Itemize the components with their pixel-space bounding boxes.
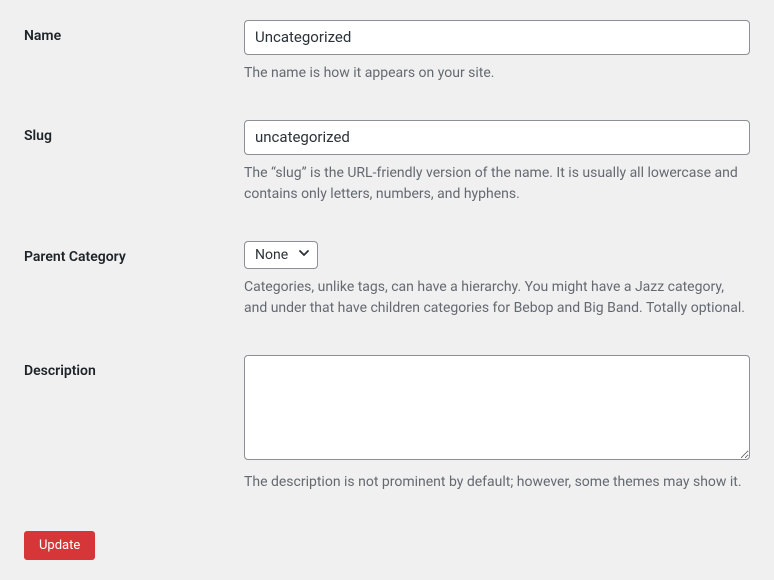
description-help: The description is not prominent by defa… [244,472,750,493]
description-row: Description The description is not promi… [24,355,750,493]
edit-category-form: Name The name is how it appears on your … [24,20,750,560]
description-label: Description [24,363,96,379]
update-button[interactable]: Update [24,531,95,560]
slug-input[interactable] [244,120,750,155]
slug-row: Slug The “slug” is the URL-friendly vers… [24,120,750,205]
parent-row: Parent Category None Categories, unlike … [24,241,750,319]
slug-description: The “slug” is the URL-friendly version o… [244,163,750,205]
slug-label: Slug [24,128,52,144]
name-description: The name is how it appears on your site. [244,63,750,84]
description-textarea[interactable] [244,355,750,460]
submit-row: Update [24,531,750,560]
parent-select[interactable]: None [244,241,318,269]
name-row: Name The name is how it appears on your … [24,20,750,84]
parent-label: Parent Category [24,249,126,265]
name-label: Name [24,28,61,44]
name-input[interactable] [244,20,750,55]
parent-description: Categories, unlike tags, can have a hier… [244,277,750,319]
